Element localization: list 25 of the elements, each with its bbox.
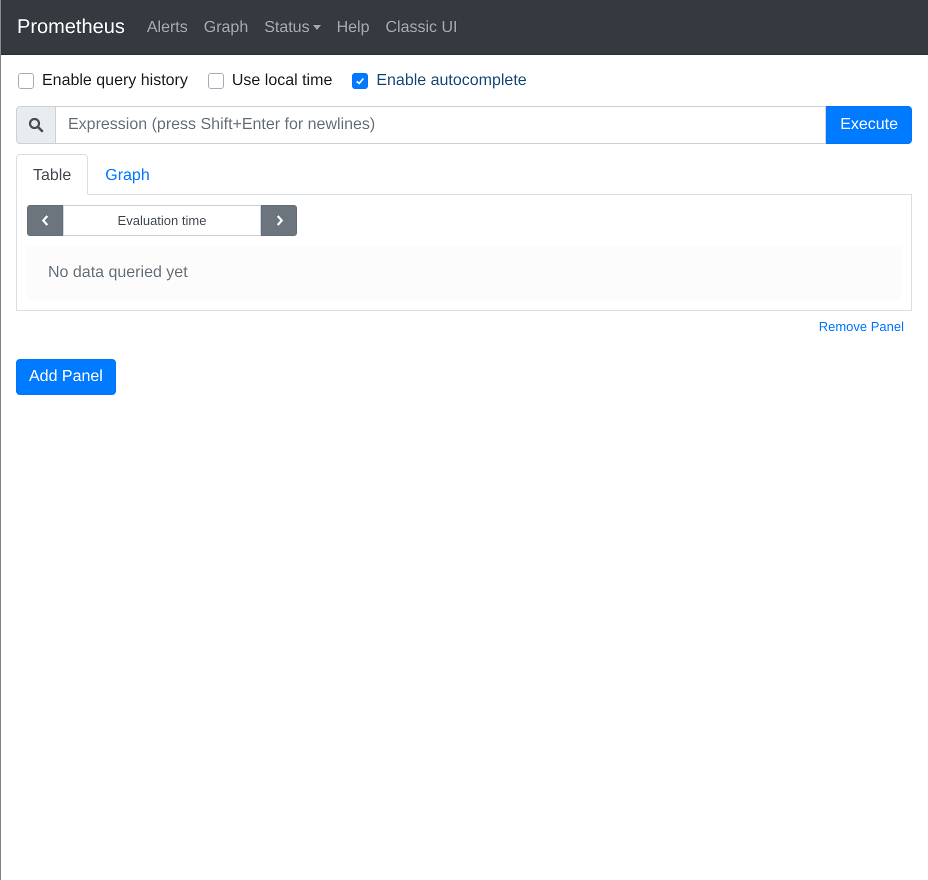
check-icon [355,76,366,86]
checkbox[interactable] [18,73,34,89]
nav-link[interactable]: Help [328,18,378,36]
nav-link[interactable]: Alerts [138,18,196,36]
checkbox[interactable] [208,73,224,89]
chevron-right-icon [274,214,284,227]
add-panel-button[interactable]: Add Panel [16,359,116,395]
nav-link[interactable]: Status [256,18,329,36]
previous-button[interactable] [27,205,63,236]
tab[interactable]: Graph [88,154,167,195]
next-button[interactable] [261,205,297,236]
remove-panel-link[interactable]: Remove Panel [818,319,904,334]
checkbox-label: Enable query history [42,72,188,90]
nav-link[interactable]: Graph [196,18,256,36]
brand-link[interactable]: Prometheus [17,16,125,39]
checkbox-label: Enable autocomplete [376,72,527,90]
search-icon [16,106,56,144]
checkbox[interactable] [352,73,368,89]
nav-link[interactable]: Classic UI [377,18,466,36]
execute-button[interactable]: Execute [826,106,912,144]
checkbox-label: Use local time [232,72,332,90]
evaluation-time-field[interactable]: Evaluation time [63,205,261,236]
tab[interactable]: Table [16,154,88,195]
chevron-left-icon [40,214,50,227]
expression-field[interactable]: Expression (press Shift+Enter for newlines) [56,106,826,144]
